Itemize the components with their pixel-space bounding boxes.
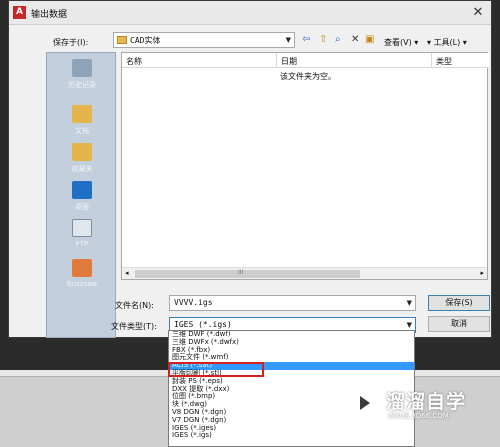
place-label: 文档 bbox=[75, 127, 89, 135]
documents-icon bbox=[72, 105, 92, 123]
column-date[interactable]: 日期 bbox=[277, 53, 432, 68]
search-icon[interactable]: ⌕ bbox=[335, 34, 341, 46]
column-type[interactable]: 类型 bbox=[432, 53, 489, 68]
delete-icon[interactable]: ✕ bbox=[351, 34, 359, 46]
folder-icon bbox=[117, 36, 127, 44]
watermark-name: 溜溜自学 bbox=[386, 391, 467, 413]
autocad-icon: A bbox=[13, 6, 26, 19]
watermark-url: ZIXUE.3D66.COM bbox=[388, 412, 449, 420]
favorites-icon bbox=[72, 143, 92, 161]
back-icon[interactable]: ⇦ bbox=[302, 34, 310, 46]
place-label: 收藏夹 bbox=[71, 165, 93, 173]
column-type-label: 类型 bbox=[436, 57, 452, 66]
watermark: 溜溜自学 ZIXUE.3D66.COM bbox=[348, 384, 492, 428]
close-button[interactable]: ✕ bbox=[469, 4, 487, 21]
save-in-value: CAD实体 bbox=[130, 36, 161, 45]
filename-label: 文件名(N): bbox=[115, 301, 154, 310]
scroll-thumb[interactable]: III bbox=[135, 269, 360, 278]
cancel-button[interactable]: 取消 bbox=[428, 316, 490, 332]
file-list[interactable]: 名称 日期 类型 该文件夹为空。 ◂ III ▸ bbox=[121, 52, 489, 280]
place-favorites[interactable]: 收藏夹 bbox=[47, 143, 117, 174]
new-folder-icon[interactable]: ▣ bbox=[365, 34, 374, 46]
filename-value: VVVV.igs bbox=[174, 298, 213, 307]
chevron-down-icon: ▼ bbox=[406, 321, 412, 329]
up-folder-icon[interactable]: ⇧ bbox=[319, 34, 327, 46]
view-menu[interactable]: 查看(V) ▾ bbox=[384, 37, 418, 48]
export-data-dialog: A 输出数据 ✕ 保存于(I): CAD实体 ▼ ⇦ ⇧ ⌕ ✕ ▣ 查看(V)… bbox=[8, 0, 492, 338]
scroll-left-icon[interactable]: ◂ bbox=[125, 269, 129, 277]
column-date-label: 日期 bbox=[281, 57, 297, 66]
column-name[interactable]: 名称 bbox=[122, 53, 277, 68]
filename-input[interactable]: VVVV.igs ▼ bbox=[169, 295, 416, 311]
empty-folder-text: 该文件夹为空。 bbox=[280, 72, 336, 81]
place-desktop[interactable]: 桌面 bbox=[47, 181, 117, 212]
history-icon bbox=[72, 59, 92, 77]
highlight-annotation-box bbox=[168, 362, 264, 377]
place-label: 桌面 bbox=[75, 203, 89, 211]
tools-menu-label: 工具(L) bbox=[433, 38, 461, 47]
place-history[interactable]: 历史记录 bbox=[47, 59, 117, 90]
ftp-icon bbox=[72, 219, 92, 237]
filetype-label: 文件类型(T): bbox=[111, 322, 157, 331]
scroll-right-icon[interactable]: ▸ bbox=[480, 269, 484, 277]
tools-menu[interactable]: ▾ 工具(L) ▾ bbox=[427, 37, 467, 48]
filetype-value: IGES (*.igs) bbox=[174, 320, 232, 329]
column-name-label: 名称 bbox=[126, 57, 142, 66]
scroll-grip-icon: III bbox=[238, 269, 244, 276]
chevron-down-icon: ▼ bbox=[285, 36, 291, 44]
dialog-title: 输出数据 bbox=[31, 10, 68, 20]
title-bar: A 输出数据 ✕ bbox=[9, 1, 491, 25]
save-button[interactable]: 保存(S) bbox=[428, 295, 490, 311]
place-buzzsaw[interactable]: Buzzsaw bbox=[47, 259, 117, 288]
save-in-select[interactable]: CAD实体 ▼ bbox=[113, 32, 295, 48]
place-ftp[interactable]: FTP bbox=[47, 219, 117, 248]
desktop-icon bbox=[72, 181, 92, 199]
place-label: FTP bbox=[75, 240, 89, 248]
places-sidebar: 历史记录 文档 收藏夹 桌面 FTP Buzzsaw bbox=[46, 52, 116, 338]
place-label: Buzzsaw bbox=[66, 280, 98, 288]
chevron-down-icon: ▼ bbox=[406, 299, 412, 307]
buzzsaw-icon bbox=[72, 259, 92, 277]
place-documents[interactable]: 文档 bbox=[47, 105, 117, 136]
view-menu-label: 查看(V) bbox=[384, 38, 412, 47]
place-label: 历史记录 bbox=[68, 81, 96, 89]
filetype-option[interactable]: IGES (*.igs) bbox=[169, 432, 414, 440]
horizontal-scrollbar[interactable]: ◂ III ▸ bbox=[122, 267, 487, 279]
save-in-label: 保存于(I): bbox=[53, 38, 89, 47]
play-logo-icon bbox=[348, 387, 380, 419]
